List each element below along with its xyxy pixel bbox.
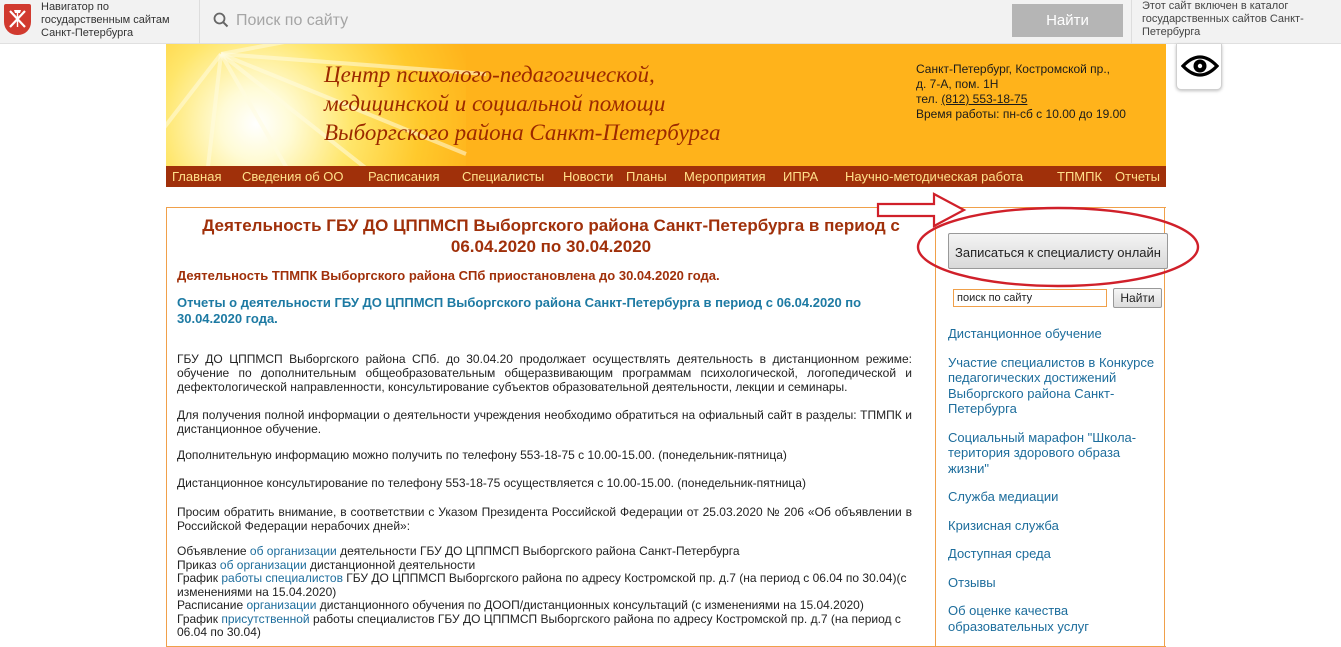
menu-item-research[interactable]: Научно-методическая работа [845,169,1023,184]
address-line: д. 7-А, пом. 1Н [916,77,999,91]
site-title-line: медицинской и социальной помощи [324,91,666,116]
site-header-banner: Центр психолого-педагогической, медицинс… [166,44,1166,166]
online-signup-button[interactable]: Записаться к специалисту онлайн [948,233,1168,269]
menu-item-events[interactable]: Мероприятия [684,169,766,184]
eye-icon [1181,55,1219,77]
navigator-logo-text: Навигатор по государственным сайтам Санк… [41,1,170,39]
sidebar-search-button[interactable]: Найти [1113,288,1162,308]
navigator-logo-link[interactable]: Навигатор по государственным сайтам Санк… [0,0,200,44]
document-link[interactable]: об организации [220,558,307,572]
sidebar-link-accessible[interactable]: Доступная среда [948,546,1163,562]
site-title-line: Выборгского района Санкт-Петербурга [324,120,721,145]
phone-label: тел. [916,92,938,106]
address-line: Санкт-Петербург, Костромской пр., [916,62,1111,76]
sidebar-link-reviews[interactable]: Отзывы [948,575,1163,591]
menu-item-ipra[interactable]: ИПРА [783,169,818,184]
site-search-input[interactable] [236,6,996,36]
menu-item-home[interactable]: Главная [172,169,221,184]
paragraph-remote-mode: ГБУ ДО ЦППМСП Выборгского района СПб. до… [177,352,912,394]
article-title: Деятельность ГБУ ДО ЦППМСП Выборгского р… [202,216,900,256]
sidebar-link-quality[interactable]: Об оценке качества образовательных услуг [948,603,1163,634]
document-suffix: дистанционного обучения по ДООП/дистанци… [316,598,864,612]
spb-emblem-icon [4,4,31,35]
document-link[interactable]: об организации [250,544,337,558]
document-item: Приказ об организации дистанционной деят… [177,557,917,573]
document-item: Расписание организации дистанционного об… [177,598,917,613]
site-search-button[interactable]: Найти [1012,4,1123,37]
sidebar-link-crisis[interactable]: Кризисная служба [948,518,1163,534]
accessibility-toggle-button[interactable] [1176,44,1222,90]
sidebar-link-marathon[interactable]: Социальный марафон "Школа-територия здор… [948,430,1163,477]
document-prefix: График [177,571,222,585]
menu-item-reports[interactable]: Отчеты [1115,169,1160,184]
working-hours: Время работы: пн-сб с 10.00 до 19.00 [916,107,1126,121]
menu-item-tpmpk[interactable]: ТПМПК [1057,169,1102,184]
site-title-line: Центр психолого-педагогической, [324,62,655,87]
document-prefix: Приказ [177,557,220,572]
menu-item-plans[interactable]: Планы [626,169,667,184]
paragraph-remote-consult: Дистанционное консультирование по телефо… [177,476,806,490]
menu-item-specialists[interactable]: Специалисты [462,169,544,184]
document-item: График работы специалистов ГБУ ДО ЦППМСП… [177,571,917,599]
gov-catalog-notice: Этот сайт включен в каталог государствен… [1131,0,1341,44]
site-title: Центр психолого-педагогической, медицинс… [324,60,720,147]
document-link[interactable]: работы специалистов [221,571,343,585]
document-suffix: деятельности ГБУ ДО ЦППМСП Выборгского р… [336,544,740,558]
document-prefix: График [177,611,222,626]
phone-line: тел. (812) 553-18-75 [916,92,1126,107]
paragraph-full-info: Для получения полной информации о деятел… [177,408,912,436]
tpmpk-suspension-notice: Деятельность ТПМПК Выборгского района СП… [177,268,720,283]
sidebar-link-mediation[interactable]: Служба медиации [948,489,1163,505]
document-prefix: Объявление [177,544,250,558]
document-item: График присутственной работы специалисто… [177,611,917,640]
menu-item-news[interactable]: Новости [563,169,613,184]
documents-list: Объявление об организации деятельности Г… [177,544,917,640]
document-prefix: Расписание [177,598,247,612]
document-item: Объявление об организации деятельности Г… [177,544,917,559]
menu-item-schedules[interactable]: Расписания [368,169,439,184]
search-icon [213,12,229,28]
main-menu: Главная Сведения об ОО Расписания Специа… [166,166,1166,187]
paragraph-phone-info: Дополнительную информацию можно получить… [177,448,787,462]
gov-navigator-bar: Навигатор по государственным сайтам Санк… [0,0,1341,44]
menu-item-info[interactable]: Сведения об ОО [242,169,344,184]
sidebar-link-contest[interactable]: Участие специалистов в Конкурсе педагоги… [948,355,1163,417]
document-link[interactable]: организации [247,598,317,612]
document-suffix: дистанционной деятельности [306,557,476,572]
reports-link[interactable]: Отчеты о деятельности ГБУ ДО ЦППМСП Выбо… [177,295,913,327]
sidebar-link-remote-learning[interactable]: Дистанционное обучение [948,326,1163,342]
contact-info: Санкт-Петербург, Костромской пр., д. 7-А… [916,62,1126,122]
sidebar-links: Дистанционное обучение Участие специалис… [948,326,1163,647]
phone-link[interactable]: (812) 553-18-75 [941,92,1027,106]
document-link[interactable]: присутственной [221,612,309,626]
sidebar-search-input[interactable] [953,289,1107,307]
paragraph-decree: Просим обратить внимание, в соответствии… [177,505,912,533]
